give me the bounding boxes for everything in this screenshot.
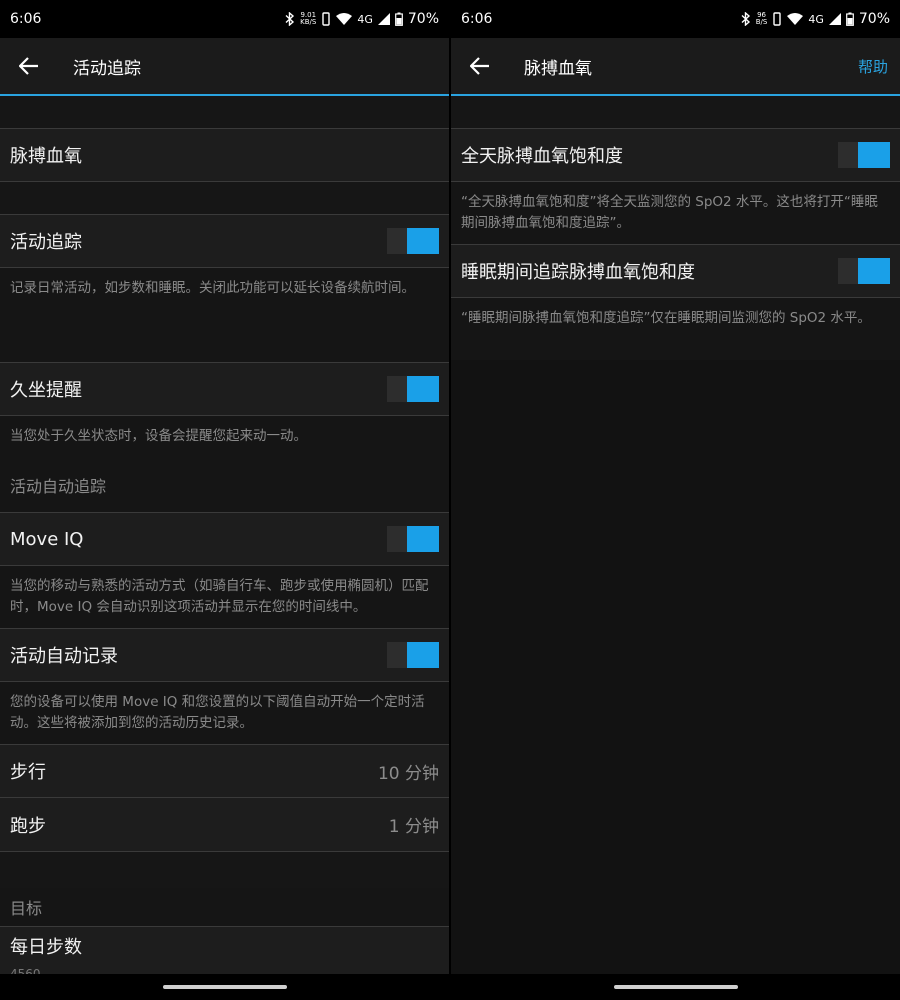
net-speed-unit: B/S — [755, 18, 768, 26]
spacer — [0, 182, 449, 214]
pulse-ox-screen: 6:06 96 B/S 4G 70% 脉搏血氧 帮助 全天脉搏血氧饱和度 “全天… — [451, 0, 900, 1000]
toggle-knob — [858, 142, 890, 168]
sleep-spo2-toggle[interactable] — [838, 258, 890, 284]
network-type: 4G — [808, 12, 824, 26]
running-label: 跑步 — [10, 815, 46, 837]
activity-tracking-row: 活动追踪 — [0, 214, 449, 268]
auto-record-toggle[interactable] — [387, 642, 439, 668]
home-gesture-handle[interactable] — [162, 985, 287, 989]
spacer — [0, 96, 449, 128]
status-icons: 9.01 KB/S 4G 70% — [285, 11, 439, 27]
toggle-knob — [858, 258, 890, 284]
navigation-bar — [451, 974, 900, 1000]
home-gesture-handle[interactable] — [613, 985, 738, 989]
move-iq-description: 当您的移动与熟悉的活动方式（如骑自行车、跑步或使用椭圆机）匹配时，Move IQ… — [0, 566, 449, 628]
running-value: 1 分钟 — [388, 817, 439, 837]
wifi-icon — [787, 12, 804, 26]
toggle-knob — [407, 526, 439, 552]
auto-record-label: 活动自动记录 — [10, 646, 118, 667]
all-day-spo2-description: “全天脉搏血氧饱和度”将全天监测您的 SpO2 水平。这也将打开“睡眠期间脉搏血… — [451, 182, 900, 244]
spacer — [451, 96, 900, 128]
pulse-ox-row[interactable]: 脉搏血氧 — [0, 128, 449, 182]
sleep-spo2-description: “睡眠期间脉搏血氧饱和度追踪”仅在睡眠期间监测您的 SpO2 水平。 — [451, 298, 900, 360]
battery-icon — [394, 12, 403, 26]
net-speed: 9.01 KB/S — [300, 12, 316, 26]
back-button[interactable] — [0, 37, 58, 95]
walking-row[interactable]: 步行 10 分钟 — [0, 744, 449, 798]
spacer — [0, 852, 449, 888]
status-time: 6:06 — [10, 11, 42, 27]
all-day-spo2-label: 全天脉搏血氧饱和度 — [461, 146, 623, 167]
bluetooth-icon — [741, 12, 751, 26]
move-iq-row: Move IQ — [0, 512, 449, 566]
status-bar: 6:06 9.01 KB/S 4G 70% — [0, 0, 449, 38]
vibrate-icon — [321, 12, 331, 26]
activity-tracking-label: 活动追踪 — [10, 232, 82, 253]
arrow-left-icon — [19, 57, 38, 75]
help-link[interactable]: 帮助 — [858, 56, 888, 77]
toggle-knob — [407, 642, 439, 668]
daily-steps-label: 每日步数 — [10, 937, 82, 958]
walking-label: 步行 — [10, 762, 46, 783]
battery-percent: 70% — [407, 11, 439, 27]
auto-record-description: 您的设备可以使用 Move IQ 和您设置的以下阈值自动开始一个定时活动。这些将… — [0, 682, 449, 744]
move-alert-toggle[interactable] — [387, 376, 439, 402]
sleep-spo2-label: 睡眠期间追踪脉搏血氧饱和度 — [461, 262, 695, 283]
goals-section-header: 目标 — [0, 888, 449, 926]
all-day-spo2-toggle[interactable] — [838, 142, 890, 168]
status-bar: 6:06 96 B/S 4G 70% — [451, 0, 900, 38]
move-alert-row: 久坐提醒 — [0, 362, 449, 416]
auto-record-row: 活动自动记录 — [0, 628, 449, 682]
status-time: 6:06 — [461, 11, 493, 27]
page-title: 活动追踪 — [73, 58, 141, 79]
signal-icon — [828, 13, 841, 25]
move-alert-description: 当您处于久坐状态时，设备会提醒您起来动一动。 — [0, 416, 449, 458]
move-alert-label: 久坐提醒 — [10, 380, 82, 401]
sleep-spo2-row: 睡眠期间追踪脉搏血氧饱和度 — [451, 244, 900, 298]
app-bar: 活动追踪 — [0, 38, 449, 96]
walking-value: 10 分钟 — [377, 763, 439, 784]
bluetooth-icon — [285, 12, 295, 26]
back-button[interactable] — [451, 37, 509, 95]
toggle-knob — [407, 376, 439, 402]
running-row[interactable]: 跑步 1 分钟 — [0, 798, 449, 852]
move-iq-label: Move IQ — [10, 528, 84, 550]
navigation-bar — [0, 974, 449, 1000]
status-icons: 96 B/S 4G 70% — [741, 11, 890, 27]
page-title: 脉搏血氧 — [524, 58, 592, 79]
auto-activity-section-header: 活动自动追踪 — [0, 458, 449, 512]
battery-percent: 70% — [858, 11, 890, 27]
all-day-spo2-row: 全天脉搏血氧饱和度 — [451, 128, 900, 182]
battery-icon — [845, 12, 854, 26]
net-speed-unit: KB/S — [300, 18, 317, 26]
pulse-ox-label: 脉搏血氧 — [10, 146, 82, 167]
activity-tracking-toggle[interactable] — [387, 228, 439, 254]
activity-tracking-description: 记录日常活动，如步数和睡眠。关闭此功能可以延长设备续航时间。 — [0, 268, 449, 362]
app-bar: 脉搏血氧 帮助 — [451, 38, 900, 96]
net-speed: 96 B/S — [756, 12, 768, 26]
screens: 6:06 9.01 KB/S 4G 70% 活动追踪 脉搏血氧 活动追踪 记录日… — [0, 0, 900, 1000]
vibrate-icon — [772, 12, 782, 26]
wifi-icon — [336, 12, 353, 26]
toggle-knob — [407, 228, 439, 254]
arrow-left-icon — [470, 57, 489, 75]
network-type: 4G — [357, 12, 373, 26]
signal-icon — [377, 13, 390, 25]
activity-tracking-screen: 6:06 9.01 KB/S 4G 70% 活动追踪 脉搏血氧 活动追踪 记录日… — [0, 0, 449, 1000]
move-iq-toggle[interactable] — [387, 526, 439, 552]
